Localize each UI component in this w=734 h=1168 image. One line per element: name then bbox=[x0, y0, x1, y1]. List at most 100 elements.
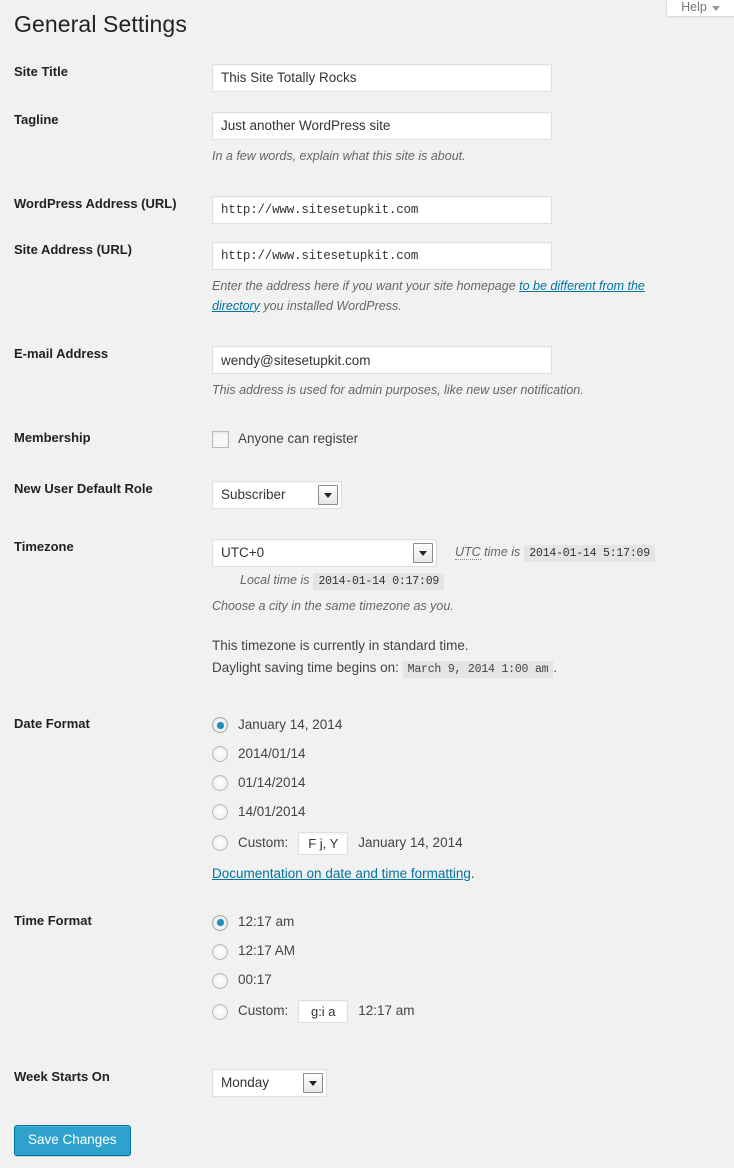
label-new-user-default-role: New User Default Role bbox=[14, 481, 153, 497]
date-format-custom-input[interactable] bbox=[298, 831, 349, 855]
time-format-custom-input[interactable] bbox=[298, 1000, 349, 1024]
time-format-custom-option[interactable]: Custom: 12:17 am bbox=[212, 1000, 724, 1024]
wordpress-address-input[interactable] bbox=[212, 196, 552, 225]
time-format-option[interactable]: 12:17 am bbox=[212, 913, 724, 932]
label-membership: Membership bbox=[14, 430, 91, 446]
row-timezone: Timezone UTC+0 UTC time is 2014-01-14 5:1… bbox=[0, 519, 734, 690]
row-date-format: Date Format January 14, 2014 2014/01/14 … bbox=[0, 690, 734, 893]
help-tab[interactable]: Help bbox=[666, 0, 734, 17]
general-settings-form: Site Title Tagline In a few words, expla… bbox=[0, 52, 734, 1157]
time-format-option-label: 12:17 am bbox=[238, 914, 295, 930]
time-format-custom-preview: 12:17 am bbox=[358, 1003, 415, 1019]
time-format-radio[interactable] bbox=[212, 943, 228, 960]
row-wordpress-address: WordPress Address (URL) bbox=[0, 174, 734, 232]
time-format-option[interactable]: 00:17 bbox=[212, 971, 724, 990]
cell-wordpress-address bbox=[212, 174, 734, 232]
utc-abbr: UTC bbox=[455, 545, 481, 561]
label-email-address: E-mail Address bbox=[14, 346, 109, 362]
utc-time-prefix: time is bbox=[480, 545, 521, 560]
date-format-option-label: 2014/01/14 bbox=[238, 745, 306, 761]
label-time-format: Time Format bbox=[14, 913, 92, 929]
timezone-dst-block: This timezone is currently in standard t… bbox=[212, 635, 724, 680]
date-format-option[interactable]: January 14, 2014 bbox=[212, 716, 724, 735]
date-format-radio[interactable] bbox=[212, 775, 228, 792]
anyone-can-register-label: Anyone can register bbox=[238, 431, 359, 447]
chevron-down-icon bbox=[303, 1073, 323, 1094]
time-format-option-label: 12:17 AM bbox=[238, 943, 296, 959]
cell-site-address: Enter the address here if you want your … bbox=[212, 232, 734, 324]
site-address-description: Enter the address here if you want your … bbox=[212, 277, 682, 316]
time-format-custom-label: Custom: bbox=[238, 1003, 289, 1019]
tagline-input[interactable] bbox=[212, 111, 552, 140]
date-format-custom-radio[interactable] bbox=[212, 835, 228, 852]
dst-line: Daylight saving time begins on: March 9,… bbox=[212, 657, 724, 680]
week-starts-on-value: Monday bbox=[221, 1075, 270, 1091]
dst-suffix: . bbox=[553, 660, 558, 676]
timezone-description: Choose a city in the same timezone as yo… bbox=[212, 599, 454, 614]
save-changes-button[interactable]: Save Changes bbox=[14, 1125, 131, 1157]
cell-timezone: UTC+0 UTC time is 2014-01-14 5:17:09 Loca… bbox=[212, 519, 734, 690]
new-user-default-role-select[interactable]: Subscriber bbox=[212, 481, 342, 510]
timezone-value: UTC+0 bbox=[221, 545, 265, 561]
date-format-radio[interactable] bbox=[212, 804, 228, 821]
time-format-custom-radio[interactable] bbox=[212, 1003, 228, 1020]
date-time-documentation-link[interactable]: Documentation on date and time formattin… bbox=[212, 866, 471, 881]
time-format-option[interactable]: 12:17 AM bbox=[212, 942, 724, 961]
chevron-down-icon bbox=[711, 5, 720, 11]
cell-tagline: In a few words, explain what this site i… bbox=[212, 102, 734, 174]
time-format-radio[interactable] bbox=[212, 972, 228, 989]
date-format-radio[interactable] bbox=[212, 746, 228, 763]
label-tagline: Tagline bbox=[14, 111, 59, 127]
timezone-top-line: UTC+0 UTC time is 2014-01-14 5:17:09 bbox=[212, 539, 724, 568]
standard-time-note: This timezone is currently in standard t… bbox=[212, 637, 469, 653]
week-starts-on-select[interactable]: Monday bbox=[212, 1069, 327, 1098]
timezone-select[interactable]: UTC+0 bbox=[212, 539, 437, 568]
local-time-value: 2014-01-14 0:17:09 bbox=[313, 573, 445, 591]
anyone-can-register-checkbox[interactable] bbox=[212, 431, 229, 449]
email-address-input[interactable] bbox=[212, 346, 552, 375]
cell-membership: Anyone can register bbox=[212, 408, 734, 459]
time-format-option-label: 00:17 bbox=[238, 972, 272, 988]
doc-link-period: . bbox=[470, 865, 475, 881]
date-format-doc-line: Documentation on date and time formattin… bbox=[212, 865, 724, 884]
membership-checkbox-line[interactable]: Anyone can register bbox=[212, 430, 724, 449]
tagline-description: In a few words, explain what this site i… bbox=[212, 148, 466, 163]
date-format-option[interactable]: 01/14/2014 bbox=[212, 774, 724, 793]
dst-prefix: Daylight saving time begins on: bbox=[212, 660, 399, 676]
label-wordpress-address: WordPress Address (URL) bbox=[14, 196, 177, 212]
date-format-custom-preview: January 14, 2014 bbox=[358, 834, 463, 850]
label-date-format: Date Format bbox=[14, 715, 90, 731]
settings-form-table: Site Title Tagline In a few words, expla… bbox=[0, 52, 734, 1107]
label-site-address: Site Address (URL) bbox=[14, 242, 132, 258]
site-address-desc-before: Enter the address here if you want your … bbox=[212, 279, 520, 294]
chevron-down-icon bbox=[413, 543, 433, 564]
utc-time-value: 2014-01-14 5:17:09 bbox=[524, 545, 655, 563]
site-address-input[interactable] bbox=[212, 242, 552, 271]
label-site-title: Site Title bbox=[14, 63, 68, 79]
date-format-option-label: 14/01/2014 bbox=[238, 803, 306, 819]
cell-time-format: 12:17 am 12:17 AM 00:17 Custom: 12:17 am bbox=[212, 893, 734, 1043]
cell-date-format: January 14, 2014 2014/01/14 01/14/2014 1… bbox=[212, 690, 734, 893]
submit-area: Save Changes bbox=[0, 1107, 734, 1157]
cell-site-title bbox=[212, 52, 734, 102]
site-address-desc-after: you installed WordPress. bbox=[259, 298, 402, 313]
cell-new-user-default-role: Subscriber bbox=[212, 459, 734, 519]
cell-week-starts-on: Monday bbox=[212, 1043, 734, 1107]
row-time-format: Time Format 12:17 am 12:17 AM 00:17 Cust… bbox=[0, 893, 734, 1043]
date-format-option[interactable]: 14/01/2014 bbox=[212, 803, 724, 822]
date-format-custom-option[interactable]: Custom: January 14, 2014 bbox=[212, 831, 724, 855]
date-format-option-label: 01/14/2014 bbox=[238, 774, 306, 790]
row-new-user-default-role: New User Default Role Subscriber bbox=[0, 459, 734, 519]
date-format-option-label: January 14, 2014 bbox=[238, 716, 343, 732]
row-site-address: Site Address (URL) Enter the address her… bbox=[0, 232, 734, 324]
local-time-info: Local time is 2014-01-14 0:17:09 bbox=[212, 572, 724, 591]
row-site-title: Site Title bbox=[0, 52, 734, 102]
page-title: General Settings bbox=[14, 11, 187, 37]
date-format-custom-label: Custom: bbox=[238, 834, 289, 850]
date-format-option[interactable]: 2014/01/14 bbox=[212, 745, 724, 764]
chevron-down-icon bbox=[318, 485, 338, 506]
date-format-radio[interactable] bbox=[212, 717, 228, 734]
site-title-input[interactable] bbox=[212, 63, 552, 92]
help-tab-label: Help bbox=[681, 0, 707, 15]
time-format-radio[interactable] bbox=[212, 914, 228, 931]
